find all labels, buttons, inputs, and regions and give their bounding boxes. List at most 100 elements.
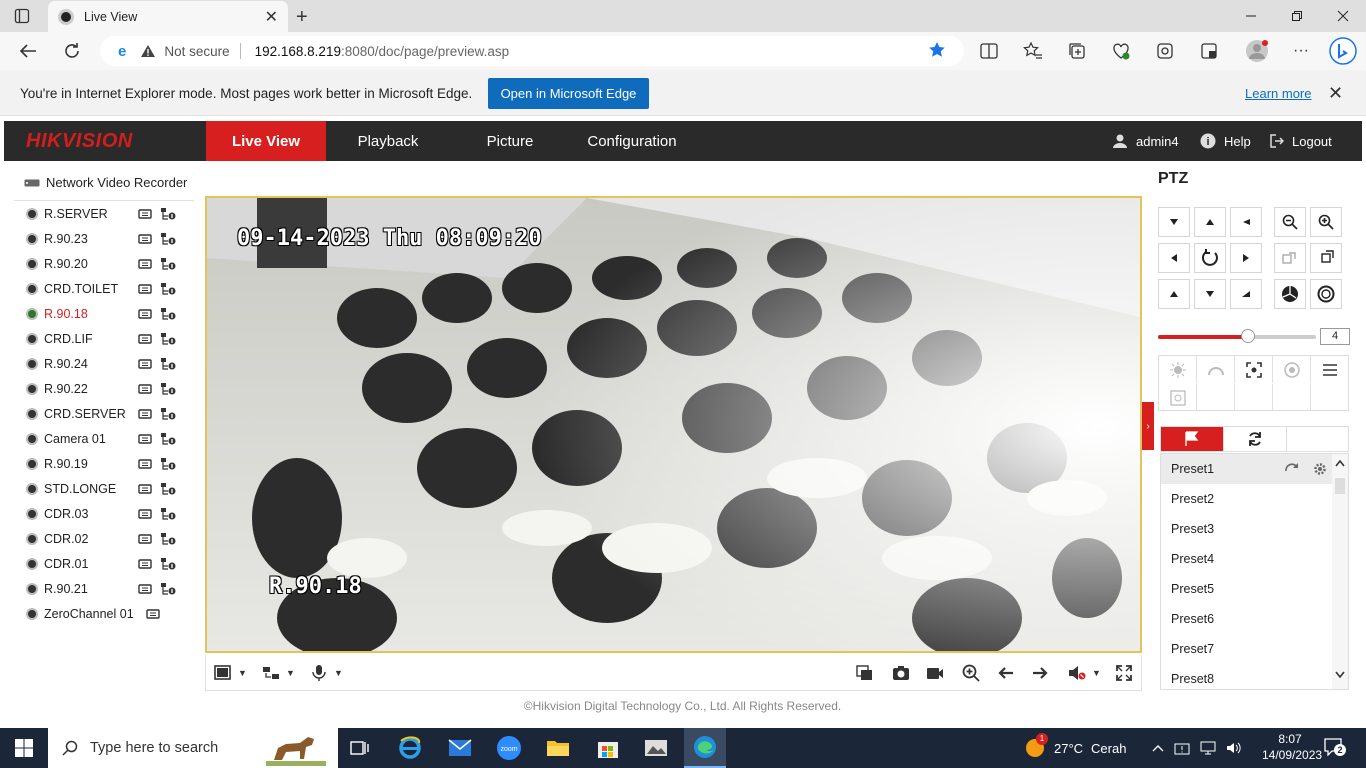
browser-essentials-icon[interactable] (1154, 40, 1176, 62)
stream-settings-icon[interactable] (160, 207, 176, 221)
record-icon[interactable] (138, 508, 152, 520)
notification-center-icon[interactable]: 2 (1324, 738, 1346, 756)
bing-copilot-icon[interactable] (1328, 36, 1358, 66)
nvr-root[interactable]: Network Video Recorder (24, 175, 187, 190)
scroll-thumb[interactable] (1335, 478, 1345, 494)
favorites-icon[interactable] (1022, 40, 1044, 62)
stream-settings-icon[interactable] (160, 307, 176, 321)
restore-icon[interactable] (1274, 0, 1320, 32)
camera-item[interactable]: Camera 01 (26, 429, 196, 449)
help-link[interactable]: i Help (1200, 121, 1251, 161)
file-explorer-icon[interactable] (543, 734, 573, 762)
infobar-close-icon[interactable]: ✕ (1328, 83, 1343, 104)
record-icon[interactable] (138, 258, 152, 270)
iris-close-icon[interactable] (1274, 279, 1306, 309)
ptz-up-right-button[interactable] (1230, 207, 1262, 237)
iris-open-icon[interactable] (1310, 279, 1342, 309)
camera-item[interactable]: R.90.18 (26, 304, 196, 324)
call-preset-icon[interactable] (1285, 462, 1299, 476)
window-layout-button[interactable]: ▼ (214, 663, 247, 683)
scroll-down-icon[interactable] (1335, 671, 1345, 679)
logout-link[interactable]: Logout (1270, 121, 1332, 161)
lens-init-icon[interactable] (1273, 356, 1311, 383)
camera-item[interactable]: R.90.24 (26, 354, 196, 374)
stream-settings-icon[interactable] (160, 432, 176, 446)
tab-configuration[interactable]: Configuration (572, 121, 692, 161)
stream-settings-icon[interactable] (160, 257, 176, 271)
tab-close-icon[interactable]: ✕ (265, 7, 278, 27)
zoom-app-icon[interactable]: zoom (494, 734, 524, 762)
live-video-view[interactable]: 09-14-2023 Thu 08:09:20 R.90.18 (205, 196, 1142, 653)
record-icon[interactable] (138, 358, 152, 370)
record-icon[interactable] (138, 558, 152, 570)
next-page-icon[interactable] (1032, 663, 1048, 683)
favorite-star-icon[interactable] (928, 41, 946, 59)
focus-far-icon[interactable] (1310, 243, 1342, 273)
record-icon[interactable] (138, 433, 152, 445)
capture-camera-icon[interactable] (892, 663, 910, 683)
scroll-up-icon[interactable] (1335, 459, 1345, 467)
stream-settings-icon[interactable] (160, 557, 176, 571)
ptz-up-button[interactable] (1194, 207, 1226, 237)
manual-tracking-icon[interactable] (1159, 384, 1197, 411)
ptz-right-button[interactable] (1230, 243, 1262, 273)
tab-live-view[interactable]: Live View (206, 121, 326, 161)
split-screen-icon[interactable] (978, 40, 1000, 62)
record-icon[interactable] (138, 383, 152, 395)
ptz-down-left-button[interactable] (1158, 279, 1190, 309)
tab-preset[interactable] (1161, 427, 1224, 451)
stream-settings-icon[interactable] (160, 482, 176, 496)
zoom-in-icon[interactable] (1310, 207, 1342, 237)
mail-app-icon[interactable] (445, 734, 475, 762)
preset-item[interactable]: Preset7 (1161, 634, 1333, 664)
weather-widget[interactable]: 1 27°C Cerah (1024, 728, 1126, 768)
tab-playback[interactable]: Playback (328, 121, 448, 161)
record-icon[interactable] (138, 308, 152, 320)
minimize-icon[interactable] (1228, 0, 1274, 32)
record-icon[interactable] (146, 608, 160, 620)
camera-item[interactable]: R.SERVER (26, 204, 196, 224)
camera-item[interactable]: CRD.LIF (26, 329, 196, 349)
tray-display-icon[interactable] (1200, 741, 1216, 755)
preset-item[interactable]: Preset6 (1161, 604, 1333, 634)
stream-type-button[interactable]: ▼ (262, 663, 295, 683)
user-menu[interactable]: admin4 (1112, 121, 1179, 161)
stream-settings-icon[interactable] (160, 282, 176, 296)
tray-network-warning-icon[interactable] (1174, 741, 1190, 755)
camera-item[interactable]: STD.LONGE (26, 479, 196, 499)
preset-item[interactable]: Preset1 (1161, 454, 1333, 484)
camera-item[interactable]: R.90.20 (26, 254, 196, 274)
ptz-speed-slider[interactable] (1158, 329, 1316, 343)
open-in-edge-button[interactable]: Open in Microsoft Edge (488, 78, 649, 109)
zoom-out-icon[interactable] (1274, 207, 1306, 237)
camera-item[interactable]: CDR.02 (26, 529, 196, 549)
set-preset-gear-icon[interactable] (1313, 462, 1327, 476)
stream-settings-icon[interactable] (160, 582, 176, 596)
microsoft-store-icon[interactable] (593, 734, 623, 762)
taskbar-search-box[interactable]: Type here to search (48, 728, 338, 768)
preset-item[interactable]: Preset5 (1161, 574, 1333, 604)
camera-item[interactable]: CRD.TOILET (26, 279, 196, 299)
record-icon[interactable] (138, 283, 152, 295)
new-tab-icon[interactable]: + (296, 6, 308, 29)
ptz-left-button[interactable] (1158, 243, 1190, 273)
extensions-heart-icon[interactable] (1110, 40, 1132, 62)
ie-mode-icon[interactable]: e (118, 43, 126, 60)
internet-explorer-app-icon[interactable] (395, 734, 425, 762)
camera-item[interactable]: ZeroChannel 01 (26, 604, 196, 624)
browser-tab[interactable]: Live View ✕ (48, 1, 288, 32)
learn-more-link[interactable]: Learn more (1245, 86, 1311, 101)
stream-settings-icon[interactable] (160, 382, 176, 396)
tab-picture[interactable]: Picture (450, 121, 570, 161)
refresh-icon[interactable] (58, 39, 86, 63)
tab-pattern[interactable] (1287, 427, 1350, 451)
url-field[interactable]: e Not secure 192.168.8.219:8080/doc/page… (100, 36, 964, 66)
profile-avatar[interactable] (1244, 38, 1270, 64)
camera-item[interactable]: R.90.23 (26, 229, 196, 249)
back-icon[interactable] (14, 39, 42, 63)
record-icon[interactable] (138, 208, 152, 220)
tray-chevron-up-icon[interactable] (1152, 744, 1164, 752)
camera-item[interactable]: R.90.22 (26, 379, 196, 399)
volume-muted-button[interactable]: ▼ (1068, 663, 1101, 683)
not-secure-label[interactable]: Not secure (164, 44, 229, 59)
